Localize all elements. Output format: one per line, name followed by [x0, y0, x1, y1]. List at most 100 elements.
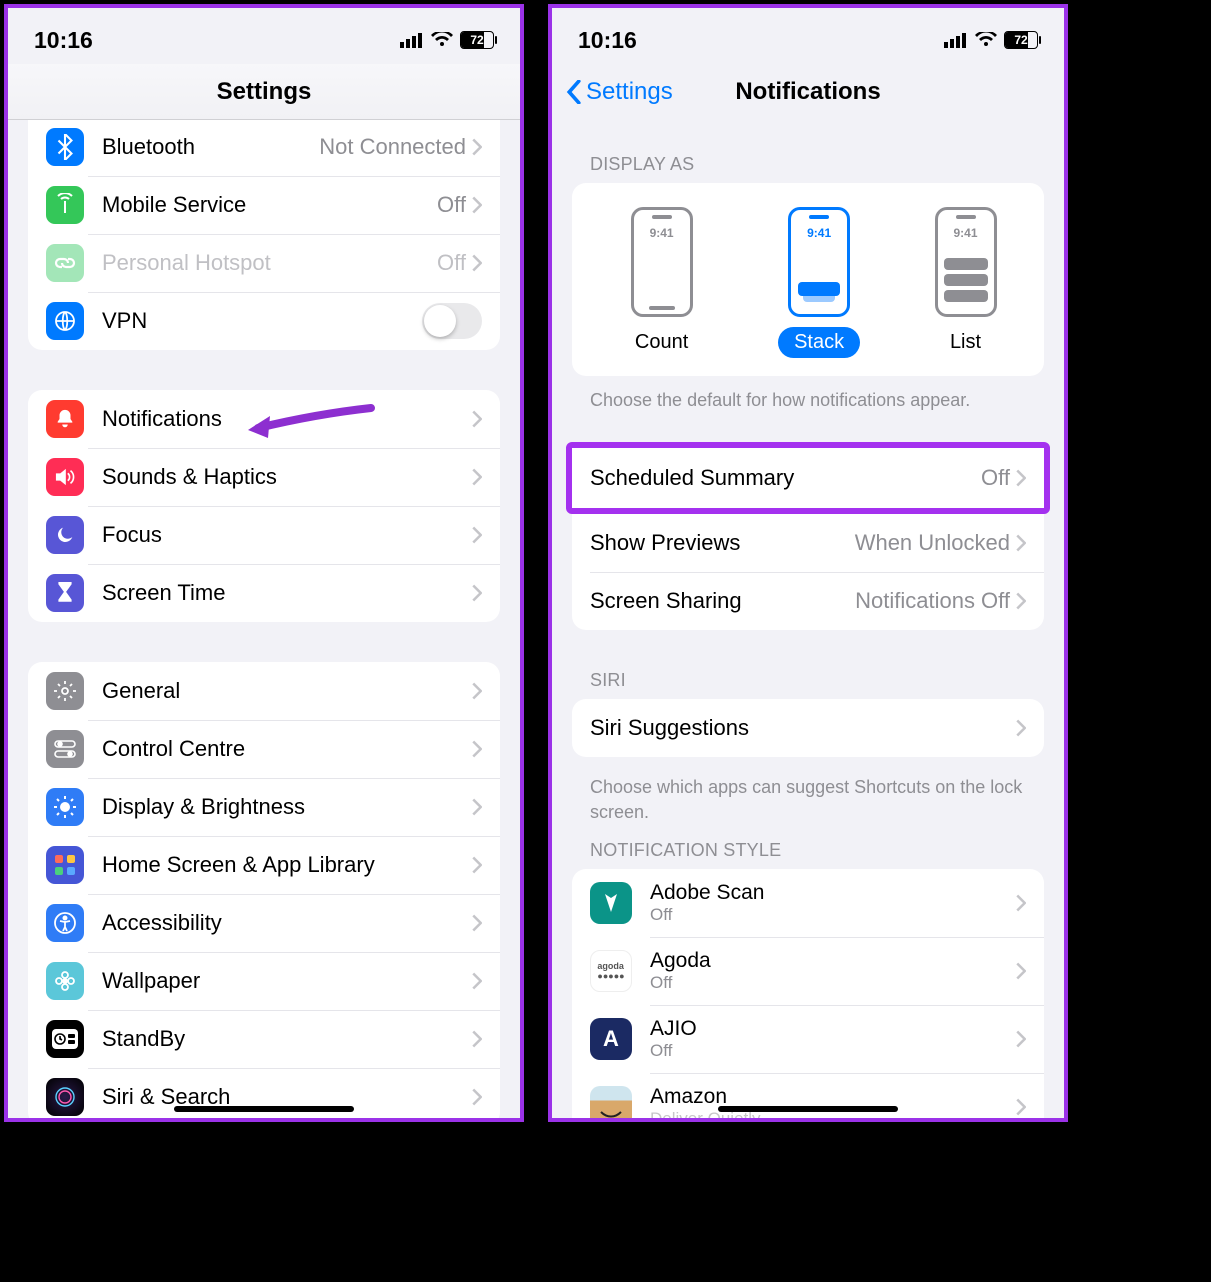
connectivity-section: Bluetooth Not Connected Mobile Service O… [28, 120, 500, 350]
chevron-right-icon [1016, 1030, 1026, 1048]
nav-bar: Settings [8, 64, 520, 120]
chevron-right-icon [1016, 534, 1026, 552]
row-screen-sharing[interactable]: Screen Sharing Notifications Off [572, 572, 1044, 630]
chevron-right-icon [472, 914, 482, 932]
display-option-stack[interactable]: 9:41 Stack [778, 207, 860, 358]
link-icon [46, 244, 84, 282]
app-icon [590, 1086, 632, 1118]
row-mobile-service[interactable]: Mobile Service Off [28, 176, 500, 234]
chevron-right-icon [472, 856, 482, 874]
home-indicator[interactable] [174, 1106, 354, 1112]
row-wallpaper[interactable]: Wallpaper [28, 952, 500, 1010]
accessibility-icon [46, 904, 84, 942]
chevron-right-icon [472, 1088, 482, 1106]
wifi-icon [431, 32, 453, 48]
chevron-right-icon [472, 526, 482, 544]
app-icon [590, 882, 632, 924]
battery-icon: 72 [460, 31, 494, 49]
flower-icon [46, 962, 84, 1000]
battery-icon: 72 [1004, 31, 1038, 49]
settings-screen: 10:16 72 Settings Bluetooth Not Connecte… [4, 4, 524, 1122]
siri-section: Siri Suggestions [572, 699, 1044, 757]
moon-icon [46, 516, 84, 554]
status-bar: 10:16 72 [552, 8, 1064, 64]
display-as-header: DISPLAY AS [552, 154, 1064, 183]
status-bar: 10:16 72 [8, 8, 520, 64]
page-title: Settings [8, 78, 520, 106]
chevron-right-icon [472, 254, 482, 272]
chevron-right-icon [1016, 592, 1026, 610]
row-home-screen[interactable]: Home Screen & App Library [28, 836, 500, 894]
back-button[interactable]: Settings [552, 78, 673, 106]
row-sounds-haptics[interactable]: Sounds & Haptics [28, 448, 500, 506]
display-option-count[interactable]: 9:41 Count [619, 207, 704, 358]
chevron-right-icon [472, 196, 482, 214]
chevron-right-icon [1016, 469, 1026, 487]
row-focus[interactable]: Focus [28, 506, 500, 564]
siri-header: SIRI [552, 670, 1064, 699]
grid-icon [46, 846, 84, 884]
row-show-previews[interactable]: Show Previews When Unlocked [572, 514, 1044, 572]
scheduled-summary-highlight: Scheduled Summary Off [566, 442, 1050, 514]
row-scheduled-summary[interactable]: Scheduled Summary Off [572, 448, 1044, 508]
chevron-right-icon [472, 138, 482, 156]
siri-icon [46, 1078, 84, 1116]
bell-icon [46, 400, 84, 438]
gear-icon [46, 672, 84, 710]
vpn-toggle[interactable] [422, 303, 482, 339]
row-control-centre[interactable]: Control Centre [28, 720, 500, 778]
wifi-icon [975, 32, 997, 48]
chevron-right-icon [1016, 719, 1026, 737]
row-bluetooth[interactable]: Bluetooth Not Connected [28, 120, 500, 176]
app-icon: A [590, 1018, 632, 1060]
notifications-screen: 10:16 72 Settings Notifications DISPLAY … [548, 4, 1068, 1122]
status-time: 10:16 [578, 27, 637, 54]
cellular-icon [944, 32, 968, 48]
chevron-right-icon [472, 410, 482, 428]
device-section: General Control Centre Display & Brightn… [28, 662, 500, 1118]
app-row-adobe-scan[interactable]: Adobe ScanOff [572, 869, 1044, 937]
chevron-right-icon [1016, 962, 1026, 980]
chevron-left-icon [566, 80, 582, 104]
notification-style-header: NOTIFICATION STYLE [552, 840, 1064, 869]
row-general[interactable]: General [28, 662, 500, 720]
hourglass-icon [46, 574, 84, 612]
display-as-footer: Choose the default for how notifications… [552, 376, 1064, 442]
row-screen-time[interactable]: Screen Time [28, 564, 500, 622]
row-standby[interactable]: StandBy [28, 1010, 500, 1068]
antenna-icon [46, 186, 84, 224]
previews-section: Show Previews When Unlocked Screen Shari… [572, 514, 1044, 630]
app-icon: agoda●●●●● [590, 950, 632, 992]
app-row-ajio[interactable]: A AJIOOff [572, 1005, 1044, 1073]
row-display-brightness[interactable]: Display & Brightness [28, 778, 500, 836]
clock-icon [46, 1020, 84, 1058]
bluetooth-icon [46, 128, 84, 166]
row-accessibility[interactable]: Accessibility [28, 894, 500, 952]
chevron-right-icon [472, 972, 482, 990]
attention-section: Notifications Sounds & Haptics Focus Scr… [28, 390, 500, 622]
display-option-list[interactable]: 9:41 List [934, 207, 997, 358]
chevron-right-icon [1016, 1098, 1026, 1116]
apps-section: Adobe ScanOff agoda●●●●● AgodaOff A AJIO… [572, 869, 1044, 1118]
chevron-right-icon [472, 1030, 482, 1048]
row-notifications[interactable]: Notifications [28, 390, 500, 448]
nav-bar: Settings Notifications [552, 64, 1064, 120]
chevron-right-icon [472, 584, 482, 602]
siri-footer: Choose which apps can suggest Shortcuts … [552, 763, 1064, 840]
speaker-icon [46, 458, 84, 496]
chevron-right-icon [472, 740, 482, 758]
chevron-right-icon [472, 468, 482, 486]
chevron-right-icon [472, 682, 482, 700]
display-as-card: 9:41 Count 9:41 Stack 9:41 List [572, 183, 1044, 376]
app-row-agoda[interactable]: agoda●●●●● AgodaOff [572, 937, 1044, 1005]
globe-icon [46, 302, 84, 340]
switches-icon [46, 730, 84, 768]
row-vpn[interactable]: VPN [28, 292, 500, 350]
row-siri-suggestions[interactable]: Siri Suggestions [572, 699, 1044, 757]
chevron-right-icon [1016, 894, 1026, 912]
home-indicator[interactable] [718, 1106, 898, 1112]
cellular-icon [400, 32, 424, 48]
chevron-right-icon [472, 798, 482, 816]
row-personal-hotspot[interactable]: Personal Hotspot Off [28, 234, 500, 292]
status-time: 10:16 [34, 27, 93, 54]
